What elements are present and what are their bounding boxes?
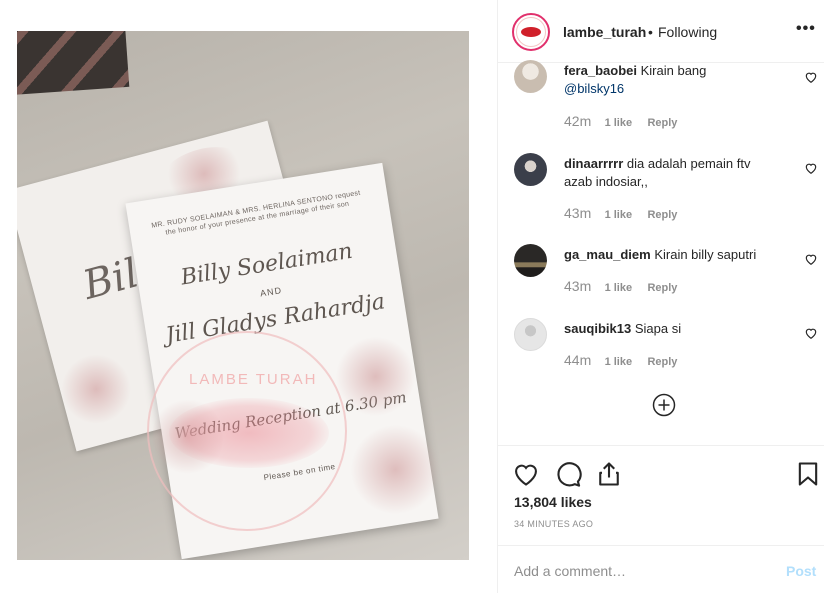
lips-watermark-icon — [169, 398, 329, 468]
commenter-avatar[interactable] — [514, 244, 547, 277]
author-username[interactable]: lambe_turah — [563, 24, 646, 40]
reply-button[interactable]: Reply — [647, 117, 677, 129]
like-comment-heart-icon[interactable] — [804, 252, 818, 266]
patterned-box — [17, 31, 130, 96]
share-icon[interactable] — [595, 460, 623, 488]
more-options-icon[interactable]: ••• — [796, 20, 816, 38]
default-avatar-icon[interactable] — [514, 318, 547, 351]
post-media-area: Bil MR. RUDY SOELAIMAN & MRS. HERLINA SE… — [0, 0, 497, 593]
reply-button[interactable]: Reply — [647, 356, 677, 368]
reply-button[interactable]: Reply — [647, 282, 677, 294]
comment-mention[interactable]: @bilsky16 — [564, 81, 624, 96]
following-button[interactable]: Following — [658, 24, 717, 40]
comment-likes[interactable]: 1 like — [605, 356, 633, 368]
reply-button[interactable]: Reply — [647, 209, 677, 221]
lips-logo-icon — [521, 27, 541, 37]
add-comment-bar: Post — [498, 545, 824, 593]
post-side-panel: lambe_turah • Following ••• fera_baobei … — [497, 0, 824, 593]
comment-bubble-icon[interactable] — [554, 460, 582, 488]
commenter-avatar[interactable] — [514, 153, 547, 186]
like-heart-icon[interactable] — [512, 460, 540, 488]
comment-username[interactable]: sauqibik13 — [564, 321, 631, 336]
comment-input[interactable] — [514, 561, 754, 581]
post-comment-button[interactable]: Post — [786, 563, 816, 579]
comment-text: Siapa si — [634, 321, 682, 336]
commenter-avatar[interactable] — [514, 60, 547, 93]
comment-username[interactable]: fera_baobei — [564, 63, 637, 78]
author-avatar[interactable] — [512, 13, 550, 51]
comment-item: ga_mau_diem Kirain billy saputri 43m 1 l… — [514, 244, 817, 304]
watermark-logo: LAMBE TURAH — [147, 331, 347, 531]
like-comment-heart-icon[interactable] — [804, 326, 818, 340]
comment-likes[interactable]: 1 like — [605, 209, 633, 221]
post-header: lambe_turah • Following ••• — [498, 0, 824, 63]
invitation-hosts: MR. RUDY SOELAIMAN & MRS. HERLINA SENTON… — [150, 189, 362, 238]
comment-text: Kirain billy saputri — [654, 247, 757, 262]
save-bookmark-icon[interactable] — [794, 460, 822, 488]
comment-likes[interactable]: 1 like — [605, 282, 633, 294]
likes-count[interactable]: 13,804 likes — [514, 494, 592, 510]
posted-time[interactable]: 34 MINUTES AGO — [514, 519, 593, 529]
comment-time[interactable]: 44m — [564, 352, 591, 368]
comment-text: Kirain bang — [640, 63, 707, 78]
load-more-comments-icon[interactable] — [652, 393, 676, 417]
post-photo[interactable]: Bil MR. RUDY SOELAIMAN & MRS. HERLINA SE… — [17, 31, 469, 560]
comment-item: sauqibik13 Siapa si 44m 1 like Reply — [514, 318, 817, 378]
comment-time[interactable]: 42m — [564, 113, 591, 129]
like-comment-heart-icon[interactable] — [804, 161, 818, 175]
flower-decoration — [343, 418, 447, 522]
comment-item: dinaarrrrr dia adalah pemain ftv azab in… — [514, 153, 817, 233]
post-actions-section: 13,804 likes 34 MINUTES AGO — [498, 445, 824, 545]
separator-dot: • — [648, 24, 653, 40]
comment-item: fera_baobei Kirain bang @bilsky16 42m 1 … — [514, 60, 817, 140]
comment-time[interactable]: 43m — [564, 278, 591, 294]
comment-username[interactable]: dinaarrrrr — [564, 156, 623, 171]
comment-likes[interactable]: 1 like — [605, 117, 633, 129]
comment-username[interactable]: ga_mau_diem — [564, 247, 651, 262]
flower-decoration — [53, 346, 139, 433]
watermark-text: LAMBE TURAH — [189, 371, 318, 388]
comment-time[interactable]: 43m — [564, 205, 591, 221]
like-comment-heart-icon[interactable] — [804, 70, 818, 84]
